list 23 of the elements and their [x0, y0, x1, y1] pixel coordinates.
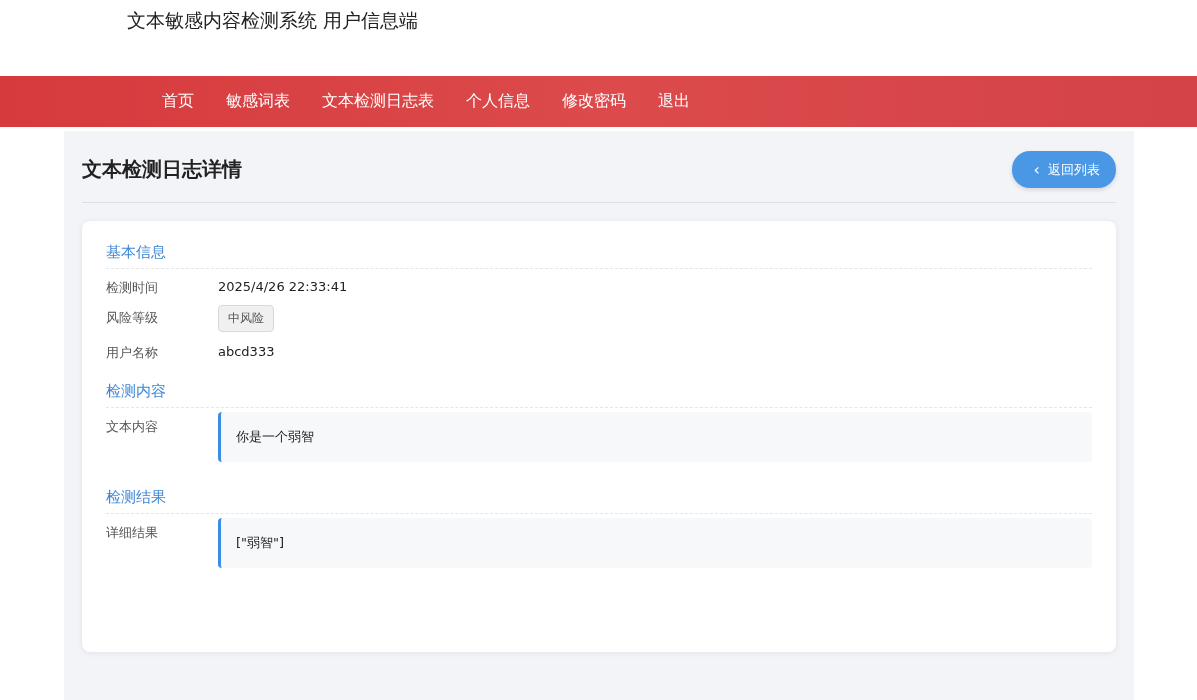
site-title: 文本敏感内容检测系统 用户信息端 — [127, 9, 419, 31]
field-value: abcd333 — [218, 344, 275, 359]
field-label: 详细结果 — [106, 524, 159, 542]
nav-link[interactable]: 文本检测日志表 — [306, 91, 450, 112]
field-value: 2025/4/26 22:33:41 — [218, 279, 348, 294]
nav-link[interactable]: 首页 — [146, 91, 210, 112]
back-button[interactable]: ‹ 返回列表 — [1011, 151, 1116, 188]
field-label: 风险等级 — [106, 309, 159, 327]
section-title: 基本信息 — [106, 235, 1092, 269]
field-label: 检测时间 — [106, 279, 159, 297]
section-title: 检测内容 — [106, 374, 1092, 408]
section-title: 检测结果 — [106, 480, 1092, 514]
field-label: 文本内容 — [106, 418, 159, 436]
nav-link[interactable]: 个人信息 — [450, 91, 546, 112]
risk-tag: 中风险 — [218, 305, 274, 332]
page-title: 文本检测日志详情 — [82, 156, 242, 183]
nav-link[interactable]: 敏感词表 — [210, 91, 306, 112]
content-block: ["弱智"] — [218, 518, 1092, 568]
field-label: 用户名称 — [106, 344, 159, 362]
chevron-icon: ‹ — [1033, 161, 1040, 178]
content-block: 你是一个弱智 — [218, 412, 1092, 462]
nav-link[interactable]: 修改密码 — [546, 91, 642, 112]
nav-link[interactable]: 退出 — [642, 91, 706, 112]
